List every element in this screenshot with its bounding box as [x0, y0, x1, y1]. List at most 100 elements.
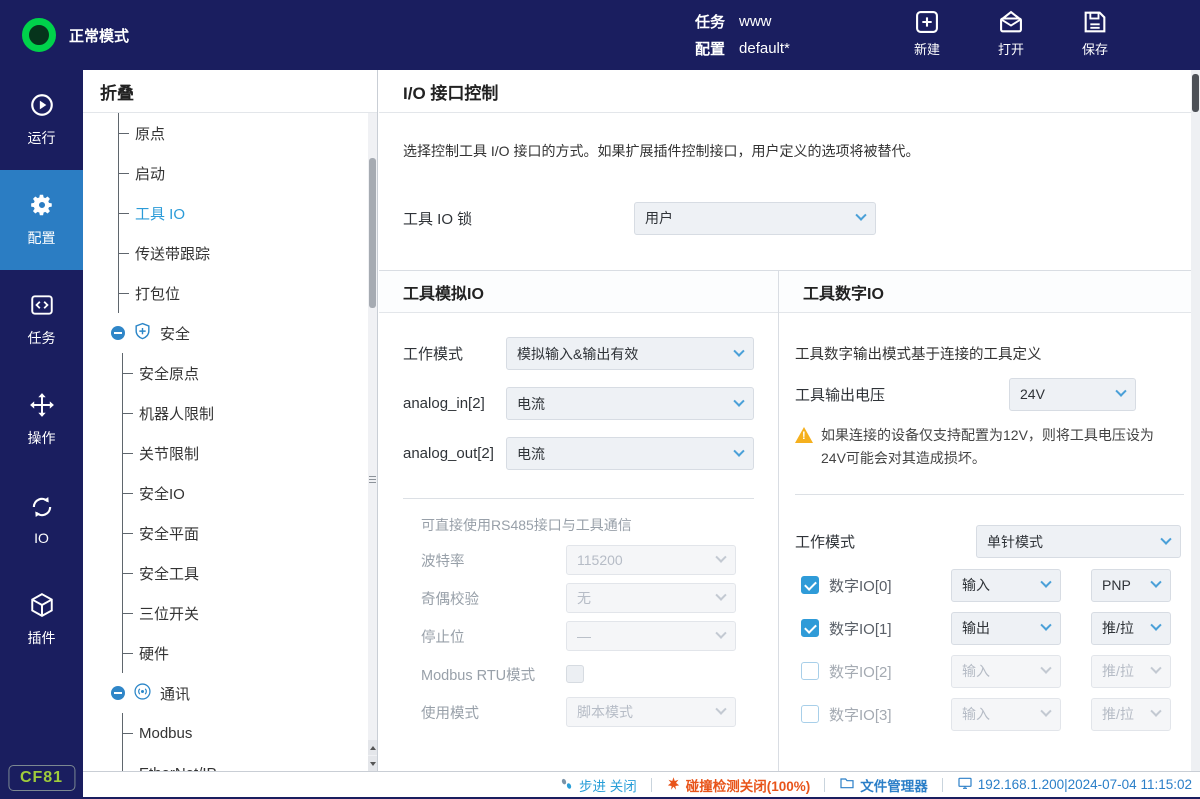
- step-mode-status[interactable]: 步进 关闭: [559, 775, 637, 795]
- collapse-minus-icon[interactable]: [111, 686, 125, 700]
- tree-scrollbar-thumb[interactable]: [369, 158, 376, 308]
- main-scrollbar-thumb[interactable]: [1192, 74, 1199, 112]
- top-actions: 新建 打开 保存: [904, 8, 1118, 58]
- chevron-down-icon: [715, 628, 726, 639]
- tree-collapse-header[interactable]: 折叠: [83, 70, 377, 113]
- folder-icon: [839, 775, 855, 794]
- digital-io-2-type-select: 推/拉: [1091, 655, 1171, 688]
- tree-item-startup[interactable]: 启动: [119, 153, 377, 193]
- digital-io-0-type-select[interactable]: PNP: [1091, 569, 1171, 602]
- sidebar-item-config[interactable]: 配置: [0, 170, 83, 270]
- collision-detection-status[interactable]: 碰撞检测关闭(100%): [666, 775, 811, 795]
- digital-io-3-checkbox[interactable]: [801, 705, 819, 723]
- robot-status-indicator[interactable]: [22, 18, 56, 52]
- tree-item-conveyor[interactable]: 传送带跟踪: [119, 233, 377, 273]
- tree-scrollbar[interactable]: [368, 113, 377, 771]
- output-voltage-row: 工具输出电压 24V: [795, 378, 1184, 410]
- tree-item-robot-limits[interactable]: 机器人限制: [123, 393, 377, 433]
- analog-work-mode-select[interactable]: 模拟输入&输出有效: [506, 337, 754, 370]
- digital-io-0-label: 数字IO[0]: [829, 575, 941, 596]
- tree-scroll-up-button[interactable]: [368, 740, 377, 755]
- tree-item-modbus[interactable]: Modbus: [123, 713, 377, 753]
- sidebar-item-task[interactable]: 任务: [0, 270, 83, 370]
- tree-item-safety-origin[interactable]: 安全原点: [123, 353, 377, 393]
- digital-io-0-direction-select[interactable]: 输入: [951, 569, 1061, 602]
- tree-node-communication[interactable]: 通讯: [83, 673, 377, 713]
- digital-io-2-checkbox[interactable]: [801, 662, 819, 680]
- chevron-down-icon: [855, 210, 866, 221]
- monitor-icon: [957, 775, 973, 794]
- digital-io-1-checkbox[interactable]: [801, 619, 819, 637]
- tree-node-safety[interactable]: 安全: [83, 313, 377, 353]
- tree-item-joint-limits[interactable]: 关节限制: [123, 433, 377, 473]
- splitter-grip[interactable]: [369, 468, 376, 490]
- analog-in-row: analog_in[2] 电流: [403, 387, 754, 420]
- file-manager-button[interactable]: 文件管理器: [839, 775, 928, 795]
- tree-group-safety: 安全原点 机器人限制 关节限制 安全IO 安全平面 安全工具 三位开关 硬件: [122, 353, 377, 673]
- analog-in-select[interactable]: 电流: [506, 387, 754, 420]
- chevron-down-icon: [733, 345, 744, 356]
- shield-icon: [133, 322, 152, 345]
- new-button[interactable]: 新建: [904, 8, 950, 58]
- digital-work-mode-row: 工作模式 单针模式: [795, 525, 1184, 558]
- digital-io-3-label: 数字IO[3]: [829, 704, 941, 725]
- digital-io-2-type-value: 推/拉: [1102, 661, 1134, 681]
- network-status[interactable]: 192.168.1.200|2024-07-04 11:15:02: [957, 775, 1192, 794]
- sidebar-item-io[interactable]: IO: [0, 470, 83, 570]
- digital-io-1-direction-value: 输出: [962, 618, 990, 638]
- broadcast-icon: [133, 682, 152, 705]
- digital-io-3-type-select: 推/拉: [1091, 698, 1171, 731]
- analog-in-value: 电流: [517, 394, 545, 414]
- stop-bits-value: —: [577, 628, 591, 644]
- digital-io-0-checkbox[interactable]: [801, 576, 819, 594]
- chevron-down-icon: [715, 552, 726, 563]
- tree-item-safety-io[interactable]: 安全IO: [123, 473, 377, 513]
- tree-item-tool-io[interactable]: 工具 IO: [119, 193, 377, 233]
- stop-bits-select: —: [566, 621, 736, 651]
- collapse-minus-icon[interactable]: [111, 326, 125, 340]
- chevron-down-icon: [715, 590, 726, 601]
- digital-io-description: 工具数字输出模式基于连接的工具定义: [795, 343, 1184, 364]
- output-voltage-select[interactable]: 24V: [1009, 378, 1136, 411]
- tool-io-lock-label: 工具 IO 锁: [403, 208, 634, 229]
- task-config-summary: 任务 www 配置 default*: [695, 8, 790, 62]
- sidebar-item-operate[interactable]: 操作: [0, 370, 83, 470]
- chevron-down-icon: [1150, 577, 1161, 588]
- digital-work-mode-value: 单针模式: [987, 532, 1043, 552]
- cube-icon: [29, 592, 55, 621]
- task-value[interactable]: www: [739, 13, 772, 30]
- triangle-down-icon: [370, 762, 376, 766]
- chevron-down-icon: [715, 704, 726, 715]
- tree-item-safety-plane[interactable]: 安全平面: [123, 513, 377, 553]
- config-value[interactable]: default*: [739, 40, 790, 57]
- divider: [403, 498, 754, 499]
- output-voltage-label: 工具输出电压: [795, 384, 1009, 405]
- tree-item-three-pos-switch[interactable]: 三位开关: [123, 593, 377, 633]
- digital-io-row-2: 数字IO[2] 输入 推/拉: [795, 655, 1184, 687]
- step-mode-text: 步进 关闭: [579, 775, 637, 795]
- tree-item-origin[interactable]: 原点: [119, 113, 377, 153]
- footsteps-icon: [559, 776, 574, 794]
- sidebar-item-run[interactable]: 运行: [0, 70, 83, 170]
- digital-io-1-direction-select[interactable]: 输出: [951, 612, 1061, 645]
- tree-scroll-down-button[interactable]: [368, 756, 377, 771]
- chevron-down-icon: [1115, 386, 1126, 397]
- digital-io-1-label: 数字IO[1]: [829, 618, 941, 639]
- save-icon: [1081, 8, 1109, 36]
- tree-item-packing[interactable]: 打包位: [119, 273, 377, 313]
- tool-io-lock-select[interactable]: 用户: [634, 202, 876, 235]
- tree-item-ethernet-ip[interactable]: EtherNet/IP: [123, 753, 377, 771]
- save-button[interactable]: 保存: [1072, 8, 1118, 58]
- digital-io-1-type-value: 推/拉: [1102, 618, 1134, 638]
- digital-work-mode-select[interactable]: 单针模式: [976, 525, 1181, 558]
- config-tree-panel: 折叠 原点 启动 工具 IO 传送带跟踪 打包位 安全 安全原点 机器人限制 关…: [83, 70, 378, 771]
- main-scrollbar[interactable]: [1191, 70, 1200, 771]
- digital-io-1-type-select[interactable]: 推/拉: [1091, 612, 1171, 645]
- sidebar-item-plugin[interactable]: 插件: [0, 570, 83, 670]
- open-button[interactable]: 打开: [988, 8, 1034, 58]
- tree-item-hardware[interactable]: 硬件: [123, 633, 377, 673]
- page-description: 选择控制工具 I/O 接口的方式。如果扩展插件控制接口，用户定义的选项将被替代。: [403, 141, 1176, 161]
- analog-out-select[interactable]: 电流: [506, 437, 754, 470]
- analog-out-row: analog_out[2] 电流: [403, 437, 754, 470]
- tree-item-safety-tool[interactable]: 安全工具: [123, 553, 377, 593]
